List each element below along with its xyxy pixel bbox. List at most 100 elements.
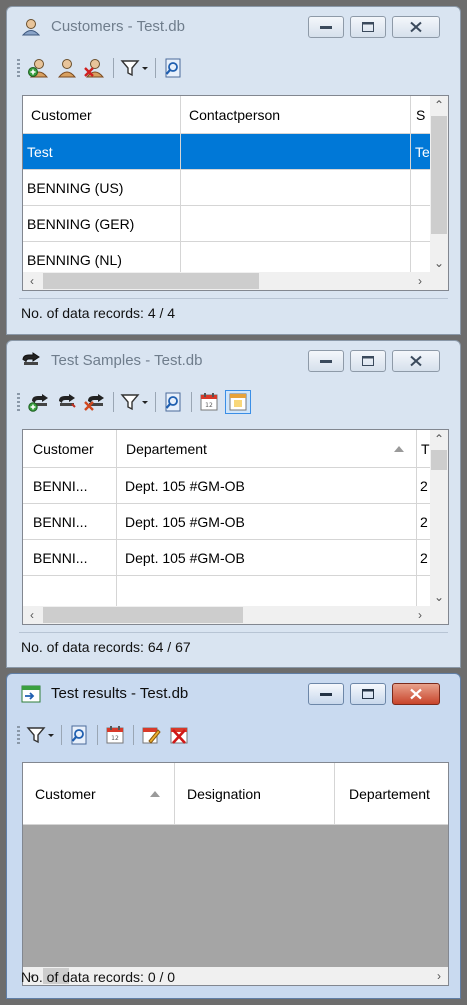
maximize-button[interactable] <box>350 16 386 38</box>
filter-dropdown-icon[interactable] <box>25 723 57 747</box>
toolbar-separator <box>191 392 192 412</box>
scrollbar-thumb[interactable] <box>43 607 243 623</box>
scroll-up-arrow[interactable]: ⌃ <box>430 96 448 114</box>
search-icon[interactable] <box>161 390 185 414</box>
search-icon[interactable] <box>67 723 91 747</box>
customers-grid[interactable]: Customer Contactperson S Test Te BENNING… <box>22 95 449 291</box>
test-samples-title-bar[interactable]: Test Samples - Test.db <box>7 341 460 379</box>
search-icon[interactable] <box>161 56 185 80</box>
scrollbar-thumb[interactable] <box>43 273 259 289</box>
edit-customer-icon[interactable] <box>55 56 79 80</box>
cell-customer[interactable]: BENNING (US) <box>23 170 181 206</box>
cell-customer[interactable]: BENNI... <box>23 540 117 576</box>
horizontal-scrollbar[interactable]: ‹ › <box>23 272 430 290</box>
delete-sample-icon[interactable] <box>83 390 107 414</box>
add-sample-icon[interactable] <box>27 390 51 414</box>
grid-header: Customer Contactperson S <box>23 96 441 134</box>
vertical-scrollbar[interactable]: ⌃ ⌄ <box>430 430 448 606</box>
grid-header: Customer Departement T <box>23 430 432 468</box>
table-row[interactable]: BENNI... Dept. 105 #GM-OB 2 <box>23 540 432 576</box>
test-results-title-bar[interactable]: Test results - Test.db <box>7 674 460 712</box>
scroll-down-arrow[interactable]: ⌄ <box>430 254 448 272</box>
cell-contactperson[interactable] <box>181 134 411 170</box>
maximize-button[interactable] <box>350 350 386 372</box>
record-count-status: No. of data records: 4 / 4 <box>21 305 176 321</box>
scrollbar-thumb[interactable] <box>431 450 447 470</box>
scroll-left-arrow[interactable]: ‹ <box>23 272 41 290</box>
edit-sample-icon[interactable] <box>55 390 79 414</box>
customers-title-bar[interactable]: Customers - Test.db <box>7 7 460 45</box>
delete-report-icon[interactable] <box>167 723 191 747</box>
filter-dropdown-icon[interactable] <box>119 390 151 414</box>
scrollbar-corner <box>430 272 448 290</box>
test-results-grid[interactable]: Customer Designation Departement ‹ › <box>22 762 449 986</box>
status-divider <box>19 632 448 633</box>
sort-ascending-icon <box>394 446 404 452</box>
minimize-button[interactable] <box>308 350 344 372</box>
edit-report-icon[interactable] <box>139 723 163 747</box>
customers-window[interactable]: Customers - Test.db Customer Contactpers… <box>6 6 461 335</box>
cell-customer[interactable]: BENNING (GER) <box>23 206 181 242</box>
column-header-customer[interactable]: Customer <box>23 96 181 134</box>
cell-customer[interactable]: BENNI... <box>23 468 117 504</box>
test-samples-window[interactable]: Test Samples - Test.db 12 Customer Depar… <box>6 340 461 668</box>
column-header-designation[interactable]: Designation <box>175 763 335 825</box>
toolbar-separator <box>113 58 114 78</box>
toolbar-grip[interactable] <box>17 393 20 411</box>
column-header-departement[interactable]: Departement <box>117 430 417 468</box>
customers-toolbar <box>15 53 445 83</box>
column-header-departement[interactable]: Departement <box>335 763 448 825</box>
toolbar-separator <box>155 392 156 412</box>
toolbar-grip[interactable] <box>17 59 20 77</box>
cell-departement[interactable]: Dept. 105 #GM-OB <box>117 504 417 540</box>
cell-departement[interactable]: Dept. 105 #GM-OB <box>117 468 417 504</box>
scroll-up-arrow[interactable]: ⌃ <box>430 430 448 448</box>
delete-customer-icon[interactable] <box>83 56 107 80</box>
customers-window-title: Customers - Test.db <box>51 18 185 35</box>
customer-icon <box>21 18 41 36</box>
toolbar-grip[interactable] <box>17 726 20 744</box>
column-header-customer[interactable]: Customer <box>23 430 117 468</box>
scroll-left-arrow[interactable]: ‹ <box>23 606 41 624</box>
cell-departement[interactable]: Dept. 105 #GM-OB <box>117 540 417 576</box>
filter-dropdown-icon[interactable] <box>119 56 151 80</box>
vertical-scrollbar[interactable]: ⌃ ⌄ <box>430 96 448 272</box>
calendar-icon[interactable]: 12 <box>103 723 127 747</box>
horizontal-scrollbar[interactable]: ‹ › <box>23 606 430 624</box>
sort-ascending-icon <box>150 791 160 797</box>
calendar-view-icon[interactable] <box>225 390 251 414</box>
table-row[interactable]: Test Te <box>23 134 432 170</box>
table-row[interactable]: BENNI... Dept. 105 #GM-OB 2 <box>23 468 432 504</box>
toolbar-separator <box>155 58 156 78</box>
test-results-toolbar: 12 <box>15 720 445 750</box>
minimize-button[interactable] <box>308 16 344 38</box>
scrollbar-thumb[interactable] <box>431 116 447 234</box>
test-results-window[interactable]: Test results - Test.db 12 Customer Desig… <box>6 673 461 999</box>
scroll-right-arrow[interactable]: › <box>430 967 448 985</box>
maximize-button[interactable] <box>350 683 386 705</box>
minimize-button[interactable] <box>308 683 344 705</box>
toolbar-separator <box>113 392 114 412</box>
add-customer-icon[interactable] <box>27 56 51 80</box>
test-samples-window-title: Test Samples - Test.db <box>51 352 203 369</box>
toolbar-separator <box>133 725 134 745</box>
scroll-right-arrow[interactable]: › <box>411 606 429 624</box>
scrollbar-corner <box>430 606 448 624</box>
test-sample-icon <box>21 352 41 370</box>
calendar-icon[interactable]: 12 <box>197 390 221 414</box>
close-button[interactable] <box>392 16 440 38</box>
toolbar-separator <box>97 725 98 745</box>
scroll-down-arrow[interactable]: ⌄ <box>430 588 448 606</box>
cell-customer[interactable]: BENNI... <box>23 504 117 540</box>
cell-contactperson[interactable] <box>181 206 411 242</box>
scroll-right-arrow[interactable]: › <box>411 272 429 290</box>
close-button[interactable] <box>392 350 440 372</box>
close-button[interactable] <box>392 683 440 705</box>
table-row[interactable]: BENNING (US) <box>23 170 432 206</box>
cell-customer[interactable]: Test <box>23 134 181 170</box>
table-row[interactable]: BENNI... Dept. 105 #GM-OB 2 <box>23 504 432 540</box>
column-header-contactperson[interactable]: Contactperson <box>181 96 411 134</box>
cell-contactperson[interactable] <box>181 170 411 206</box>
table-row[interactable]: BENNING (GER) <box>23 206 432 242</box>
test-samples-grid[interactable]: Customer Departement T BENNI... Dept. 10… <box>22 429 449 625</box>
